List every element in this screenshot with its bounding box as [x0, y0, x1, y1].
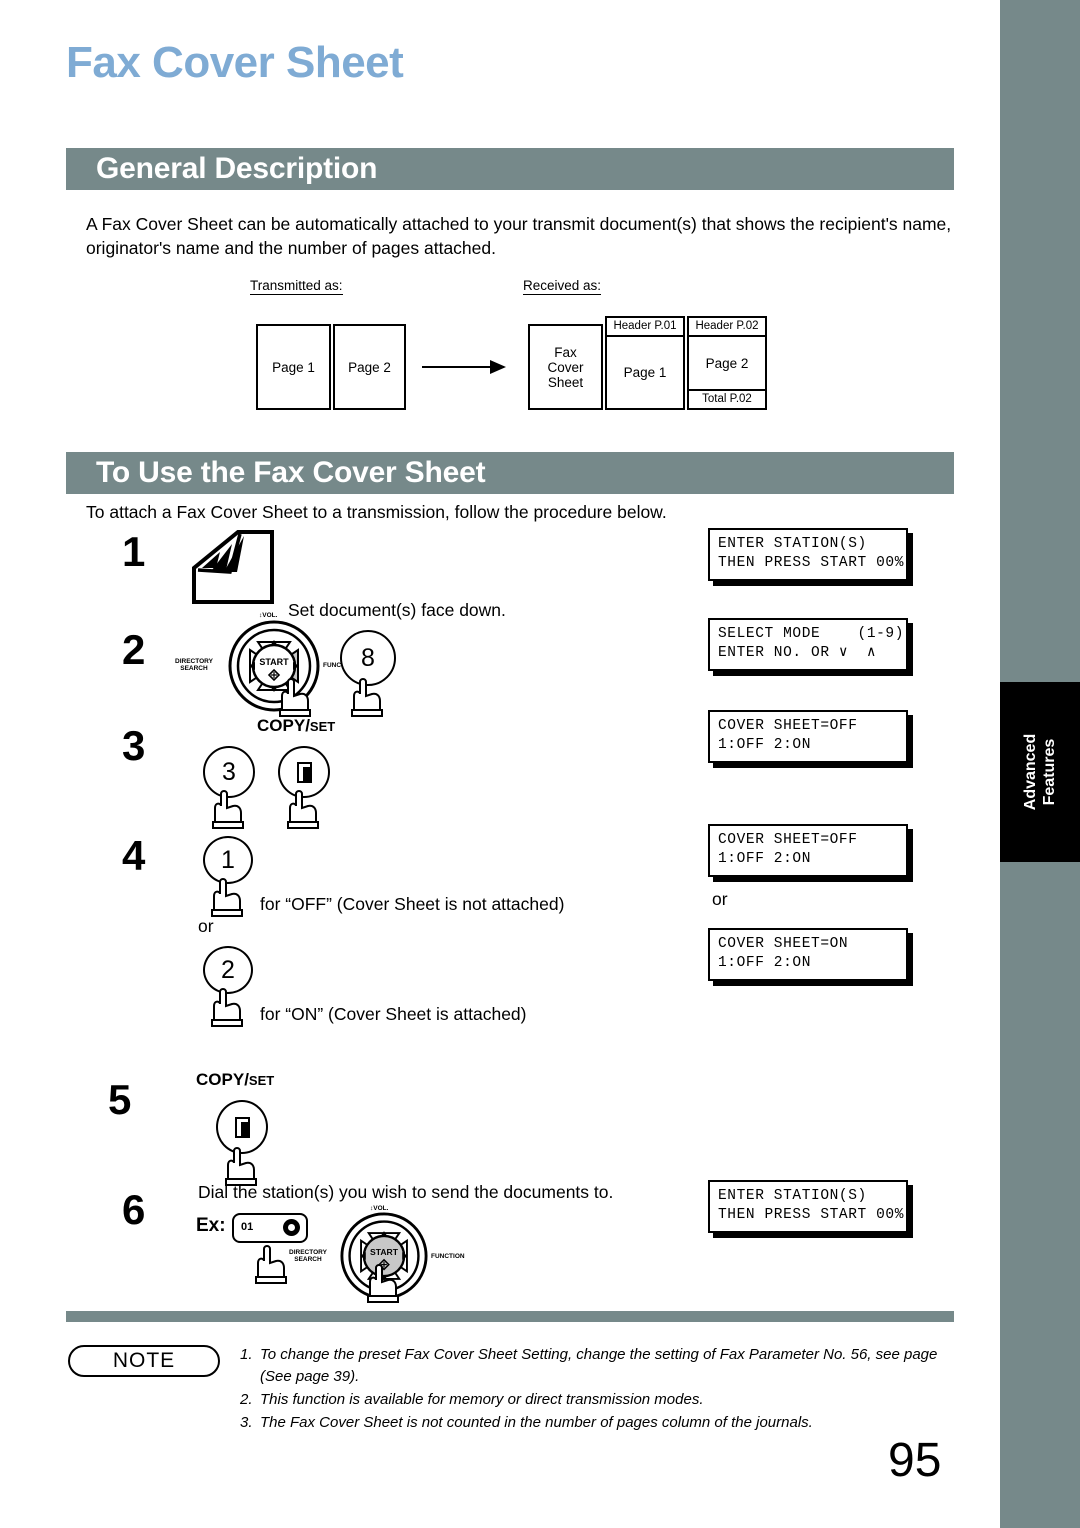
pressing-hand-icon	[209, 788, 244, 829]
page-icon	[234, 1116, 250, 1138]
page-title: Fax Cover Sheet	[66, 38, 404, 87]
lcd-3-line2: 1:OFF 2:ON	[718, 737, 812, 753]
pressing-hand-icon	[208, 876, 243, 917]
lcd-6-line2: THEN PRESS START 00%	[718, 1207, 905, 1223]
step-number-4: 4	[122, 832, 146, 879]
copy-label: COPY	[257, 716, 306, 735]
pressing-hand-icon	[364, 1262, 399, 1303]
arrow-icon	[422, 360, 506, 374]
lcd-display-6: ENTER STATION(S) THEN PRESS START 00%	[708, 1180, 908, 1233]
pressing-hand-icon	[348, 676, 383, 717]
dial-vol-label: ↕VOL.	[370, 1205, 389, 1212]
note-text: The Fax Cover Sheet is not counted in th…	[260, 1414, 813, 1431]
received-cover-sheet: Fax Cover Sheet	[528, 324, 603, 410]
lcd-3-line1: COVER SHEET=OFF	[718, 718, 858, 734]
svg-text:START: START	[259, 657, 289, 667]
set-label: SET	[309, 719, 336, 734]
dial-function-label: FUNCTION	[431, 1253, 465, 1260]
pressing-hand-icon	[252, 1243, 287, 1284]
lcd-display-5: COVER SHEET=ON 1:OFF 2:ON	[708, 928, 908, 981]
step-number-3: 3	[122, 722, 146, 769]
step-number-1: 1	[122, 528, 146, 575]
page-icon	[296, 761, 312, 783]
svg-text:START: START	[370, 1247, 399, 1257]
received-page-1-body: Page 1	[623, 365, 667, 380]
side-tab-advanced-features: Advanced Features	[1000, 682, 1080, 862]
received-page-2-header: Header P.02	[689, 318, 765, 337]
lcd-display-1: ENTER STATION(S) THEN PRESS START 00%	[708, 528, 908, 581]
pressing-hand-icon	[222, 1145, 257, 1186]
dial-vol-label: ↕VOL.	[259, 612, 278, 619]
dial-directory-search-label: DIRECTORY SEARCH	[289, 1249, 327, 1263]
lcd-4-line1: COVER SHEET=OFF	[718, 832, 858, 848]
lcd-1-line1: ENTER STATION(S)	[718, 536, 867, 552]
lcd-display-3: COVER SHEET=OFF 1:OFF 2:ON	[708, 710, 908, 763]
received-page-2: Header P.02 Page 2 Total P.02	[687, 316, 767, 410]
set-label: SET	[248, 1073, 275, 1088]
transmitted-page-2: Page 2	[333, 324, 406, 410]
lcd-1-line2: THEN PRESS START 00%	[718, 555, 905, 571]
lcd-5-line2: 1:OFF 2:ON	[718, 955, 812, 971]
lcd-5-line1: COVER SHEET=ON	[718, 936, 849, 952]
station-key-01[interactable]: 01	[232, 1213, 308, 1243]
copy-set-label-step3: COPY/SET	[257, 716, 335, 736]
note-index: 2.	[240, 1391, 253, 1408]
lcd-or-label: or	[712, 889, 728, 909]
received-page-1: Header P.01 Page 1	[605, 316, 685, 410]
step-number-5: 5	[108, 1076, 132, 1123]
station-key-number: 01	[241, 1221, 254, 1233]
pressing-hand-icon	[208, 986, 243, 1027]
to-use-body: To attach a Fax Cover Sheet to a transmi…	[86, 502, 667, 522]
note-item: 1. To change the preset Fax Cover Sheet …	[240, 1344, 960, 1388]
lcd-display-2: SELECT MODE (1-9) ENTER NO. OR ∨ ∧	[708, 618, 908, 671]
step-4-option-a-caption: for “OFF” (Cover Sheet is not attached)	[260, 894, 565, 914]
step-4-or-label: or	[198, 916, 214, 936]
dial-directory-search-label: DIRECTORY SEARCH	[175, 658, 213, 672]
note-divider	[66, 1311, 954, 1322]
note-index: 1.	[240, 1346, 253, 1363]
document-feed-icon	[190, 528, 290, 611]
note-index: 3.	[240, 1414, 253, 1431]
transmitted-page-1: Page 1	[256, 324, 331, 410]
received-page-2-body: Page 2	[705, 355, 749, 371]
lcd-2-line1: SELECT MODE (1-9)	[718, 626, 905, 642]
note-text: To change the preset Fax Cover Sheet Set…	[260, 1346, 938, 1385]
received-as-label: Received as:	[523, 278, 602, 295]
section-header-general-description: General Description	[66, 148, 954, 190]
note-item: 3. The Fax Cover Sheet is not counted in…	[240, 1412, 960, 1434]
lcd-6-line1: ENTER STATION(S)	[718, 1188, 867, 1204]
note-text: This function is available for memory or…	[260, 1391, 704, 1408]
station-indicator-icon	[283, 1219, 300, 1236]
page-number: 95	[888, 1434, 942, 1487]
lcd-2-line2: ENTER NO. OR ∨ ∧	[718, 645, 877, 661]
step-4-option-b-caption: for “ON” (Cover Sheet is attached)	[260, 1004, 527, 1024]
pressing-hand-icon	[284, 788, 319, 829]
general-description-body: A Fax Cover Sheet can be automatically a…	[86, 214, 952, 258]
example-label: Ex:	[196, 1215, 226, 1236]
pressing-hand-icon	[276, 676, 311, 717]
step-number-6: 6	[122, 1186, 146, 1233]
note-badge: NOTE	[68, 1345, 220, 1377]
lcd-4-line2: 1:OFF 2:ON	[718, 851, 812, 867]
received-page-2-total: Total P.02	[689, 389, 765, 408]
received-page-1-header: Header P.01	[607, 318, 683, 337]
step-6-caption: Dial the station(s) you wish to send the…	[198, 1182, 614, 1202]
step-1-caption: Set document(s) face down.	[288, 600, 506, 620]
transmitted-as-label: Transmitted as:	[250, 278, 343, 295]
side-tab-label: Advanced Features	[1022, 733, 1058, 811]
step-number-2: 2	[122, 626, 146, 673]
note-list: 1. To change the preset Fax Cover Sheet …	[240, 1344, 960, 1435]
lcd-display-4: COVER SHEET=OFF 1:OFF 2:ON	[708, 824, 908, 877]
section-header-to-use: To Use the Fax Cover Sheet	[66, 452, 954, 494]
note-item: 2. This function is available for memory…	[240, 1389, 960, 1411]
copy-label: COPY	[196, 1070, 245, 1089]
copy-set-label-step5: COPY/SET	[196, 1070, 274, 1090]
